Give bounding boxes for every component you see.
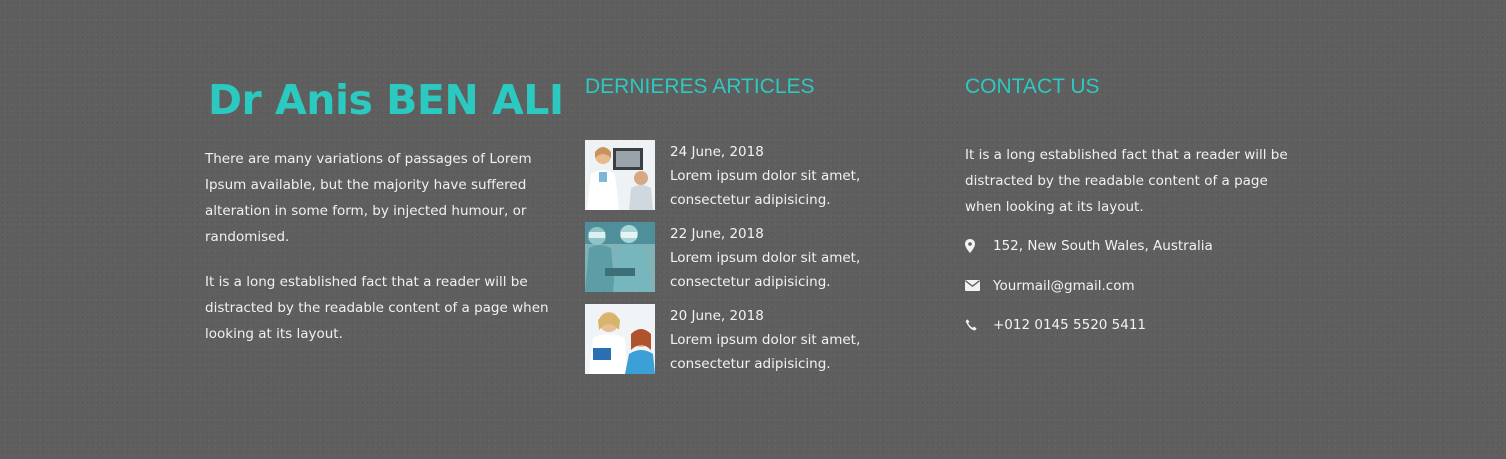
- article-item[interactable]: 22 June, 2018 Lorem ipsum dolor sit amet…: [585, 222, 935, 292]
- phone-icon: [965, 317, 981, 333]
- articles-column: DERNIERES ARTICLES 24 June, 2018 Lorem i…: [585, 0, 935, 386]
- contact-address-text: 152, New South Wales, Australia: [993, 238, 1213, 254]
- article-date: 20 June, 2018: [670, 308, 764, 324]
- brand-title[interactable]: Dr Anis BEN ALI: [208, 76, 564, 124]
- contact-heading: CONTACT US: [965, 75, 1100, 98]
- article-thumbnail[interactable]: [585, 140, 655, 210]
- contact-address: 152, New South Wales, Australia: [965, 236, 1295, 256]
- article-item[interactable]: 20 June, 2018 Lorem ipsum dolor sit amet…: [585, 304, 935, 374]
- envelope-icon: [965, 278, 981, 294]
- map-marker-icon: [965, 238, 981, 254]
- contact-phone[interactable]: +012 0145 5520 5411: [965, 315, 1295, 335]
- contact-description: It is a long established fact that a rea…: [965, 147, 1288, 215]
- article-thumbnail[interactable]: [585, 222, 655, 292]
- article-link[interactable]: Lorem ipsum dolor sit amet, consectetur …: [670, 246, 935, 294]
- article-body: 22 June, 2018 Lorem ipsum dolor sit amet…: [670, 222, 935, 292]
- contact-email[interactable]: Yourmail@gmail.com: [965, 276, 1295, 296]
- contact-list: 152, New South Wales, Australia Yourmail…: [965, 236, 1295, 335]
- contact-email-link[interactable]: Yourmail@gmail.com: [993, 278, 1135, 294]
- article-link[interactable]: Lorem ipsum dolor sit amet, consectetur …: [670, 328, 935, 376]
- article-date: 22 June, 2018: [670, 226, 764, 242]
- article-link[interactable]: Lorem ipsum dolor sit amet, consectetur …: [670, 164, 935, 212]
- about-paragraph-1: There are many variations of passages of…: [205, 151, 532, 245]
- footer: Dr Anis BEN ALI There are many variation…: [0, 0, 1506, 459]
- article-thumbnail[interactable]: [585, 304, 655, 374]
- article-date: 24 June, 2018: [670, 144, 764, 160]
- about-paragraph-2: It is a long established fact that a rea…: [205, 274, 549, 342]
- article-item[interactable]: 24 June, 2018 Lorem ipsum dolor sit amet…: [585, 140, 935, 210]
- contact-column: CONTACT US It is a long established fact…: [965, 0, 1295, 355]
- contact-phone-link[interactable]: +012 0145 5520 5411: [993, 317, 1146, 333]
- articles-list: 24 June, 2018 Lorem ipsum dolor sit amet…: [585, 140, 935, 374]
- article-body: 24 June, 2018 Lorem ipsum dolor sit amet…: [670, 140, 935, 210]
- about-column: Dr Anis BEN ALI There are many variation…: [205, 0, 564, 347]
- article-body: 20 June, 2018 Lorem ipsum dolor sit amet…: [670, 304, 935, 374]
- articles-heading: DERNIERES ARTICLES: [585, 75, 815, 98]
